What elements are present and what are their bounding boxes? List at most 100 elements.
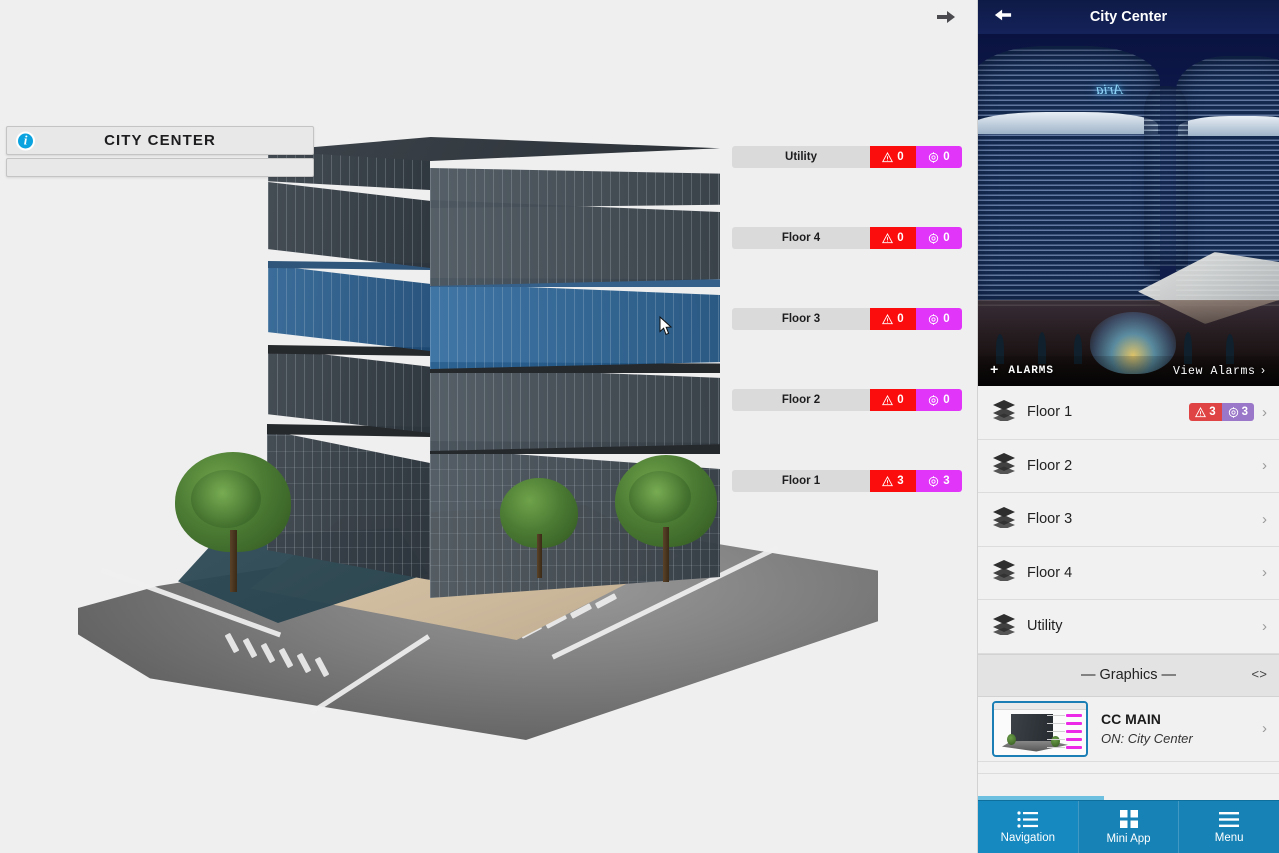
- hero-tower-cap: [1178, 116, 1279, 136]
- point-badge[interactable]: 3: [1221, 403, 1254, 422]
- tab-mini-app[interactable]: Mini App: [1079, 801, 1179, 853]
- tree-canopy: [629, 471, 691, 523]
- floor-legend-row-floor1[interactable]: Floor 1 3 3: [732, 470, 962, 492]
- floor-legend-alarm-badge[interactable]: 0: [870, 389, 916, 411]
- right-side-panel: City Center Aria + ALARMS View Alarms › …: [977, 0, 1279, 853]
- site-subtitle-bar: [6, 158, 314, 177]
- site-title-card[interactable]: i CITY CENTER: [6, 126, 314, 155]
- hero-alarm-bar: + ALARMS View Alarms ›: [978, 356, 1279, 386]
- grid-icon: [1119, 810, 1138, 828]
- alarm-count: 0: [897, 313, 904, 325]
- floor-legend-alarm-badge[interactable]: 3: [870, 470, 916, 492]
- floor-legend-row-utility[interactable]: Utility 0 0: [732, 146, 962, 168]
- graphics-item-title: CC MAIN: [1101, 711, 1161, 727]
- thumbnail-badge: [1066, 737, 1082, 741]
- floor-legend-alarm-badge[interactable]: 0: [870, 227, 916, 249]
- alarm-count: 3: [897, 475, 904, 487]
- cc-main-thumbnail[interactable]: [992, 700, 1088, 757]
- panel-header: City Center: [978, 0, 1279, 34]
- graphics-item-cc-main[interactable]: CC MAIN ON: City Center ›: [978, 696, 1279, 762]
- view-alarms-label: View Alarms: [1172, 364, 1256, 378]
- floor-legend-point-badge[interactable]: 0: [916, 146, 962, 168]
- floor-legend-row-floor2[interactable]: Floor 2 0 0: [732, 389, 962, 411]
- list-item-utility[interactable]: Utility ›: [978, 600, 1279, 654]
- hero-tower-far: [1144, 86, 1188, 266]
- view-alarms-link[interactable]: View Alarms ›: [1173, 365, 1267, 378]
- floor-legend-alarm-badge[interactable]: 0: [870, 308, 916, 330]
- viewport-3d-canvas[interactable]: i CITY CENTER Utility 0 0 Floor 4 0 0 Fl…: [0, 0, 977, 853]
- thumbnail-titlebar: [994, 702, 1086, 710]
- tree-trunk: [537, 534, 542, 578]
- tree: [500, 478, 580, 583]
- back-arrow-icon[interactable]: [994, 9, 1012, 26]
- hero-tower-left: [978, 46, 1160, 306]
- building-floor3-right-face-highlighted[interactable]: [430, 283, 720, 369]
- info-icon[interactable]: i: [16, 131, 35, 150]
- facade-mullions: [430, 366, 720, 451]
- chevron-right-icon: ›: [1262, 564, 1267, 582]
- alarms-label: ALARMS: [1008, 365, 1055, 377]
- tab-label: Menu: [1214, 831, 1244, 844]
- floor-legend-point-badge[interactable]: 0: [916, 389, 962, 411]
- point-count: 3: [943, 475, 950, 487]
- graphics-item-partial[interactable]: [978, 761, 1279, 774]
- alarm-badge[interactable]: 3: [1189, 403, 1222, 422]
- facade-mullions: [430, 200, 720, 286]
- floor-legend-row-floor3[interactable]: Floor 3 0 0: [732, 308, 962, 330]
- thumbnail-badge: [1066, 713, 1082, 717]
- alarm-count: 0: [897, 232, 904, 244]
- panel-list[interactable]: Floor 1 3 3 › Floor 2 › Floor 3 › Floor …: [978, 386, 1279, 800]
- collapse-panel-arrow-icon[interactable]: [933, 7, 959, 27]
- tab-label: Mini App: [1106, 833, 1151, 845]
- tree: [615, 455, 720, 590]
- list-item-label: Utility: [1027, 618, 1063, 635]
- tab-navigation[interactable]: Navigation: [978, 801, 1078, 853]
- list-item-floor-2[interactable]: Floor 2 ›: [978, 439, 1279, 493]
- floor-legend-point-badge[interactable]: 0: [916, 308, 962, 330]
- building-floor4-left-face[interactable]: [268, 182, 430, 268]
- list-item-label: Floor 3: [1027, 511, 1073, 528]
- building-utility-right-face[interactable]: [430, 168, 720, 208]
- tab-label: Navigation: [1000, 831, 1055, 844]
- floor-legend-point-badge[interactable]: 0: [916, 227, 962, 249]
- list-item-badges[interactable]: 3 3: [1189, 403, 1254, 422]
- point-count: 3: [1241, 406, 1248, 419]
- list-item-floor-4[interactable]: Floor 4 ›: [978, 546, 1279, 600]
- list-item-floor-1[interactable]: Floor 1 3 3 ›: [978, 386, 1279, 440]
- layers-icon: [992, 506, 1018, 533]
- floor-legend-label[interactable]: Floor 1: [732, 470, 870, 492]
- thumbnail-badge: [1066, 745, 1082, 749]
- angle-brackets-icon[interactable]: <>: [1251, 668, 1267, 683]
- alarm-count: 0: [897, 394, 904, 406]
- thumbnail-building: [1011, 713, 1053, 745]
- bottom-navigation-bar: Navigation Mini App Menu: [978, 800, 1279, 853]
- building-floor4-right-face[interactable]: [430, 200, 720, 286]
- building-floor2-right-face[interactable]: [430, 366, 720, 451]
- thumbnail-tree: [1007, 733, 1016, 745]
- tree-trunk: [663, 527, 669, 582]
- building-floor2-left-face[interactable]: [268, 348, 430, 433]
- graphics-item-info: CC MAIN ON: City Center: [1101, 711, 1262, 746]
- facade-mullions: [268, 182, 430, 268]
- floor-legend-point-badge[interactable]: 3: [916, 470, 962, 492]
- floor-legend-label[interactable]: Floor 4: [732, 227, 870, 249]
- tab-menu[interactable]: Menu: [1179, 801, 1279, 853]
- chevron-right-icon: ›: [1259, 364, 1267, 378]
- list-item-floor-3[interactable]: Floor 3 ›: [978, 493, 1279, 547]
- add-alarm-button[interactable]: + ALARMS: [990, 364, 1054, 378]
- thumbnail-row-line: [1047, 738, 1065, 740]
- floor-legend-row-floor4[interactable]: Floor 4 0 0: [732, 227, 962, 249]
- layers-icon: [992, 613, 1018, 640]
- floor-legend-alarm-badge[interactable]: 0: [870, 146, 916, 168]
- floor-legend-label[interactable]: Floor 3: [732, 308, 870, 330]
- scroll-progress-indicator: [978, 796, 1104, 800]
- hero-tower-cap: [978, 112, 1158, 134]
- app-root: i CITY CENTER Utility 0 0 Floor 4 0 0 Fl…: [0, 0, 1279, 853]
- facade-mullions: [430, 283, 720, 369]
- building-floor3-left-face-highlighted[interactable]: [268, 265, 430, 351]
- tree-trunk: [230, 530, 237, 592]
- thumbnail-row-line: [1047, 730, 1065, 732]
- floor-legend-label[interactable]: Utility: [732, 146, 870, 168]
- hero-image[interactable]: Aria + ALARMS View Alarms ›: [978, 34, 1279, 386]
- floor-legend-label[interactable]: Floor 2: [732, 389, 870, 411]
